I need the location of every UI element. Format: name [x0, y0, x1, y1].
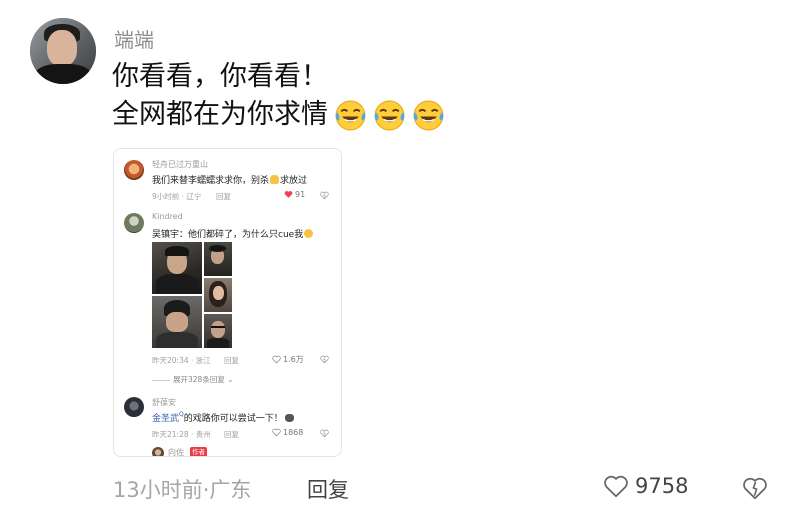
like-button[interactable]: 9758 [603, 474, 688, 498]
comment2-avatar [124, 213, 144, 233]
comment3-text: 金圣武Q的戏路你可以尝试一下！ [152, 411, 294, 424]
heart-outline-icon [272, 355, 281, 364]
broken-heart-icon[interactable] [742, 476, 768, 500]
comment3-avatar [124, 397, 144, 417]
heart-outline-icon [272, 428, 281, 437]
comment3-mention[interactable]: 金圣武 [152, 414, 179, 424]
photo-man-beanie [152, 296, 202, 348]
comment3-reply: 回复 [224, 430, 239, 439]
like-count: 9758 [635, 474, 689, 498]
comment3-like-count: 1868 [283, 428, 304, 437]
comment3-text-main: 的戏路你可以尝试一下！ [183, 414, 283, 424]
photo-woman [204, 278, 232, 312]
chevron-down-icon: ⌄ [224, 375, 234, 384]
comment1-dislike-icon [320, 191, 329, 200]
comment1-text-tail: 求放过 [280, 176, 308, 186]
comment1-reply: 回复 [216, 192, 231, 201]
crying-emoji-icon [304, 229, 314, 238]
comment1-like: 91 [284, 190, 305, 199]
comment4-username: 向佐 [168, 448, 184, 457]
comment-line-2: 全网都在为你求情 [112, 96, 445, 134]
comment4-avatar [152, 447, 164, 456]
comment2-image-grid[interactable] [152, 242, 232, 348]
comment2-like-count: 1.6万 [283, 355, 304, 364]
comment1-time-location: 9小时前 · 辽宁 [152, 192, 202, 201]
heart-filled-icon [284, 191, 293, 198]
author-badge: 作者 [190, 447, 207, 456]
comment3-username: 舒葆安 [152, 398, 176, 407]
avatar-body [34, 64, 92, 84]
comment-username[interactable]: 端端 [114, 24, 154, 53]
comment1-avatar [124, 160, 144, 180]
comment-line-2-text: 全网都在为你求情 [112, 99, 328, 130]
comment1-text: 我们来替李蠕蠕求求你，别杀 求放过 [152, 173, 307, 186]
avatar-face [47, 30, 77, 66]
comment1-username: 轻舟已过万重山 [152, 160, 208, 169]
photo-man-hand [204, 242, 232, 276]
attached-screenshot[interactable]: 轻舟已过万重山 我们来替李蠕蠕求求你，别杀 求放过 9小时前 · 辽宁 回复 91… [113, 148, 342, 457]
reply-button[interactable]: 回复 [307, 474, 349, 504]
comment2-expand-label: 展开328条回复 [173, 375, 225, 384]
comment2-like: 1.6万 [272, 354, 304, 365]
pray-emoji-icon [270, 175, 280, 184]
laughing-crying-emoji-icon [374, 100, 405, 130]
comment3-like: 1868 [272, 428, 303, 437]
user-avatar[interactable] [30, 18, 96, 84]
comment1-text-main: 我们来替李蠕蠕求求你，别杀 [152, 176, 270, 186]
laughing-crying-emoji-icon [413, 100, 444, 130]
cat-emoji-icon [284, 414, 294, 422]
comment-content: 你看看，你看看！ 全网都在为你求情 [112, 58, 445, 134]
comment-time-location: 13小时前·广东 [113, 478, 252, 502]
comment3-time-location: 昨天21:28 · 贵州 [152, 430, 211, 439]
comment-actions: 13小时前·广东 回复 9758 [0, 474, 800, 504]
comment2-reply: 回复 [224, 356, 239, 365]
comment2-text-main: 吴镇宇：他们都碎了，为什么只cue我 [152, 230, 304, 240]
laughing-crying-emoji-icon [335, 100, 366, 130]
heart-icon [604, 475, 628, 498]
photo-man-glasses [204, 314, 232, 348]
comment1-like-count: 91 [295, 190, 306, 199]
comment3-dislike-icon [320, 429, 329, 438]
comment2-username: Kindred [152, 212, 183, 221]
comment2-text: 吴镇宇：他们都碎了，为什么只cue我 [152, 227, 314, 240]
comment2-time-location: 昨天20:34 · 浙江 [152, 356, 211, 365]
comment2-expand-replies[interactable]: 展开328条回复 ⌄ [152, 374, 234, 385]
photo-man-suit [152, 242, 202, 294]
comment2-dislike-icon [320, 355, 329, 364]
comment-line-1: 你看看，你看看！ [112, 61, 328, 92]
